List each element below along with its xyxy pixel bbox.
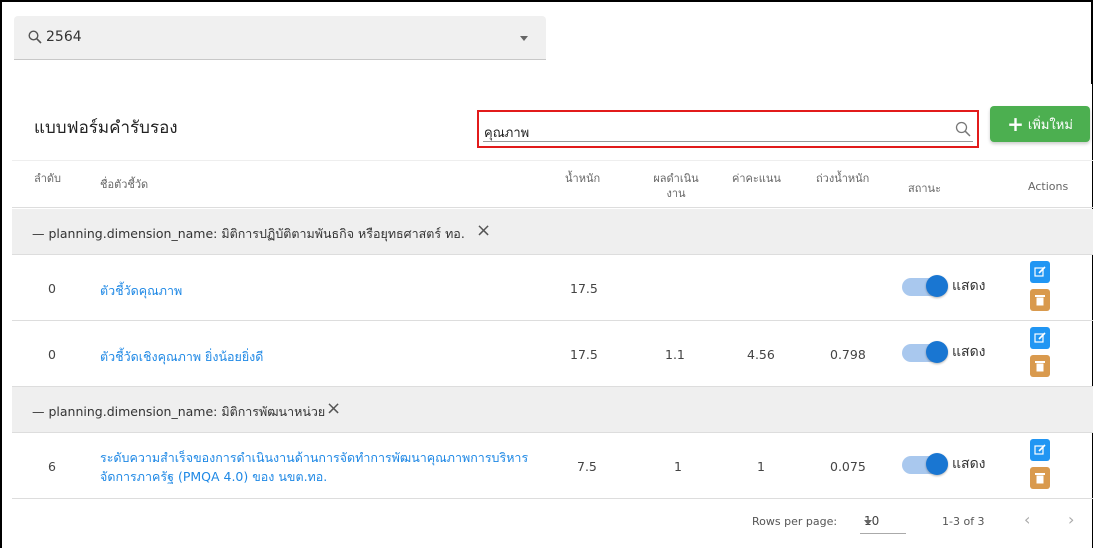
search-icon <box>28 29 42 48</box>
table-header: ลำดับ ชื่อตัวชี้วัด น้ำหนัก ผลดำเนิน งาน… <box>12 160 1093 208</box>
chevron-right-icon[interactable]: › <box>1068 510 1074 529</box>
group-label: — planning.dimension_name: มิติการปฏิบัต… <box>32 226 465 241</box>
group-row: — planning.dimension_name: มิติการปฏิบัต… <box>12 209 1093 255</box>
edit-button[interactable] <box>1030 327 1050 349</box>
status-toggle[interactable] <box>902 452 948 476</box>
add-new-label: เพิ่มใหม่ <box>1027 117 1073 133</box>
column-header-result[interactable]: ผลดำเนิน งาน <box>652 171 700 201</box>
rows-per-page-select[interactable]: 10 <box>860 510 906 534</box>
toggle-knob <box>926 341 948 363</box>
search-highlight-box: คุณภาพ <box>477 110 979 148</box>
cell-name-link[interactable]: ตัวชี้วัดคุณภาพ <box>100 281 182 301</box>
column-header-order[interactable]: ลำดับ <box>34 171 61 186</box>
cell-weighted: 0.075 <box>830 459 866 474</box>
cell-order: 6 <box>48 459 56 474</box>
cell-result: 1.1 <box>665 347 685 362</box>
table-row: 0 ตัวชี้วัดคุณภาพ 17.5 แสดง <box>12 255 1093 321</box>
cell-weight: 17.5 <box>570 281 598 296</box>
add-new-button[interactable]: + เพิ่มใหม่ <box>990 106 1090 142</box>
year-filter-value: 2564 <box>46 29 82 45</box>
column-header-score[interactable]: ค่าคะแนน <box>732 171 781 186</box>
close-icon[interactable]: × <box>476 220 491 241</box>
delete-button[interactable] <box>1030 355 1050 377</box>
cell-order: 0 <box>48 347 56 362</box>
trash-icon <box>1035 361 1045 372</box>
column-header-result-line1: ผลดำเนิน <box>653 172 699 185</box>
cell-score: 4.56 <box>747 347 775 362</box>
group-row: — planning.dimension_name: มิติการพัฒนาห… <box>12 387 1093 433</box>
rows-per-page-label: Rows per page: <box>752 515 838 528</box>
plus-icon: + <box>1007 112 1024 136</box>
cell-name-link[interactable]: ตัวชี้วัดเชิงคุณภาพ ยิ่งน้อยยิ่งดี <box>100 347 263 367</box>
toggle-knob <box>926 453 948 475</box>
chevron-left-icon[interactable]: ‹ <box>1024 510 1030 529</box>
search-input[interactable]: คุณภาพ <box>483 120 973 142</box>
chevron-down-icon[interactable] <box>520 36 528 41</box>
column-header-result-line2: งาน <box>666 187 686 200</box>
close-icon[interactable]: × <box>326 398 341 419</box>
edit-button[interactable] <box>1030 261 1050 283</box>
delete-button[interactable] <box>1030 289 1050 311</box>
cell-name-line2: จัดการภาครัฐ (PMQA 4.0) ของ นขต.ทอ. <box>100 469 328 484</box>
column-header-weight[interactable]: น้ำหนัก <box>565 171 600 186</box>
cell-weighted: 0.798 <box>830 347 866 362</box>
edit-button[interactable] <box>1030 439 1050 461</box>
status-label: แสดง <box>952 344 986 360</box>
year-filter-select[interactable]: 2564 <box>14 16 546 60</box>
cell-order: 0 <box>48 281 56 296</box>
delete-button[interactable] <box>1030 467 1050 489</box>
chevron-down-icon <box>864 520 872 525</box>
status-label: แสดง <box>952 278 986 294</box>
column-header-status[interactable]: สถานะ <box>908 181 941 196</box>
search-icon <box>955 121 971 141</box>
status-label: แสดง <box>952 456 986 472</box>
group-label: — planning.dimension_name: มิติการพัฒนาห… <box>32 404 326 419</box>
table-row: 0 ตัวชี้วัดเชิงคุณภาพ ยิ่งน้อยยิ่งดี 17.… <box>12 321 1093 387</box>
status-toggle[interactable] <box>902 274 948 298</box>
column-header-name[interactable]: ชื่อตัวชี้วัด <box>100 177 148 192</box>
cell-name-line1: ระดับความสำเร็จของการดำเนินงานด้านการจัด… <box>100 450 529 465</box>
cell-name-link[interactable]: ระดับความสำเร็จของการดำเนินงานด้านการจัด… <box>100 448 528 486</box>
cell-weight: 7.5 <box>577 459 597 474</box>
edit-icon <box>1034 332 1046 343</box>
edit-icon <box>1034 444 1046 455</box>
status-toggle[interactable] <box>902 340 948 364</box>
pagination-range: 1-3 of 3 <box>942 515 985 528</box>
toggle-knob <box>926 275 948 297</box>
card-title: แบบฟอร์มคำรับรอง <box>34 118 178 138</box>
table-footer: Rows per page: 10 1-3 of 3 ‹ › <box>12 498 1093 548</box>
column-header-actions: Actions <box>1028 180 1069 193</box>
search-input-value: คุณภาพ <box>484 126 530 141</box>
trash-icon <box>1035 473 1045 484</box>
cell-weight: 17.5 <box>570 347 598 362</box>
trash-icon <box>1035 295 1045 306</box>
cell-score: 1 <box>757 459 765 474</box>
table-row: 6 ระดับความสำเร็จของการดำเนินงานด้านการจ… <box>12 433 1093 499</box>
column-header-weighted[interactable]: ถ่วงน้ำหนัก <box>816 171 869 186</box>
cell-result: 1 <box>674 459 682 474</box>
edit-icon <box>1034 266 1046 277</box>
